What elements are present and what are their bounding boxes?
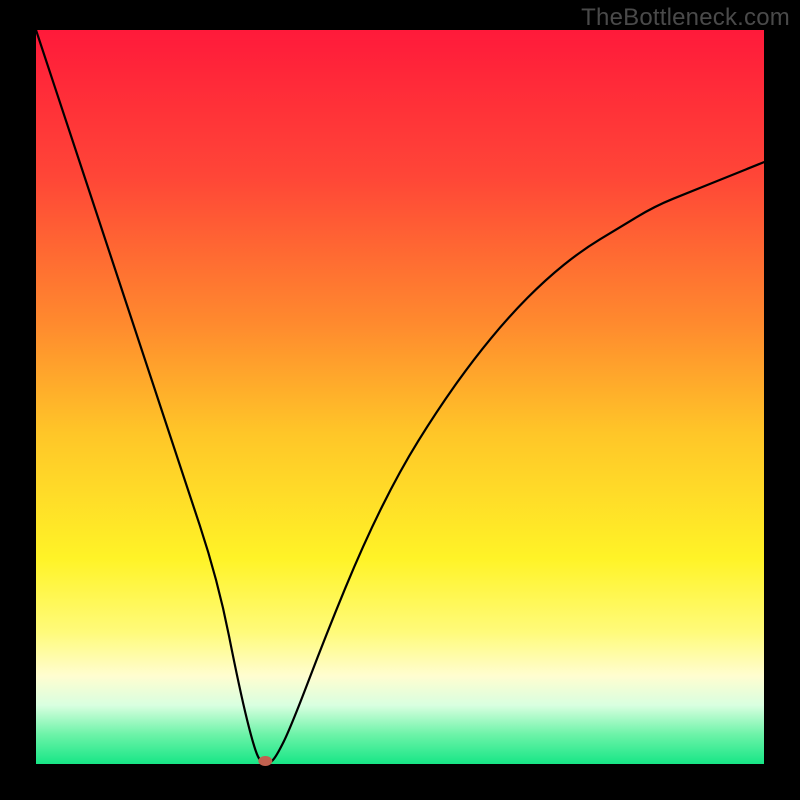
minimum-marker: [258, 756, 272, 766]
bottleneck-chart: [0, 0, 800, 800]
watermark-text: TheBottleneck.com: [581, 4, 790, 32]
chart-frame: TheBottleneck.com: [0, 0, 800, 800]
plot-background: [36, 30, 764, 764]
